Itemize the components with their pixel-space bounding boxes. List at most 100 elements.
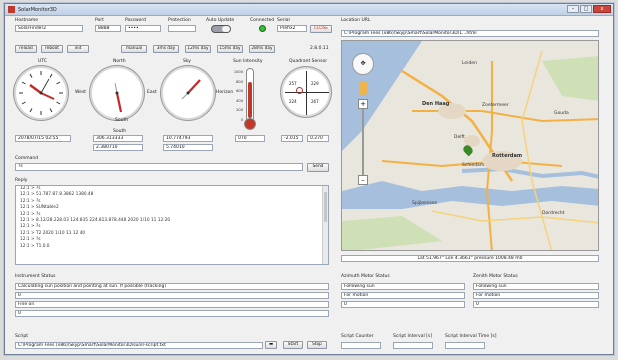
reply-log[interactable]: 12:1 > ?s 12:1 > 51.787.87.8.3862 1380.4… (15, 185, 329, 265)
reply-line: 12:1 > T1.0.0 (20, 243, 50, 249)
map-city-label: Schiedam (462, 163, 485, 168)
close-window-button[interactable]: x (593, 5, 611, 13)
command-label: Command (15, 156, 39, 161)
sky-label: Sky (183, 59, 191, 64)
thermometer-scale: 1000 800 600 400 200 0 (231, 68, 243, 126)
scale-tick: 800 (236, 79, 243, 84)
map-city-label: Rotterdam (492, 153, 523, 159)
quadrant-value: 224 (289, 99, 297, 104)
south-label: South (115, 118, 129, 123)
script-path-field[interactable]: C:\Program Files (x86)\Skyp\Smart\SolarM… (15, 342, 263, 349)
instrument-status-line: Fine on (15, 301, 329, 308)
east-label: East (147, 90, 157, 95)
protection-label: Protection (168, 18, 191, 23)
protection-field[interactable] (168, 25, 196, 32)
thermometer-bulb (244, 118, 256, 130)
port-label: Port (95, 18, 104, 23)
day15-button[interactable]: 15ms day (217, 45, 243, 53)
quadrant-value: 229 (311, 81, 319, 86)
manual-button[interactable]: manual (121, 45, 147, 53)
scale-tick: 200 (236, 108, 243, 113)
map-city-label: Delft (454, 135, 465, 140)
zenith-status-line: Following sun (473, 283, 599, 290)
sky-value-field: 10.774793 (163, 135, 213, 142)
south-value-label: South (113, 129, 127, 134)
script-counter-label: Script Counter (341, 334, 374, 339)
elevation-dial (161, 66, 215, 120)
hostname-field[interactable]: SolarFinder2 (15, 25, 83, 32)
north-label: North (113, 59, 126, 64)
quadrant-value: 267 (311, 99, 319, 104)
clock-face-icon (19, 71, 63, 115)
map-city-label: Spijkenisse (412, 201, 437, 206)
utc-label: UTC (38, 59, 47, 64)
reply-scrollbar[interactable] (322, 186, 328, 264)
zoom-out-button[interactable]: – (358, 175, 368, 185)
init-button[interactable]: init (67, 45, 89, 53)
instrument-status-line: Calculating sun position and pointing at… (15, 283, 329, 290)
scale-tick: 0 (240, 117, 243, 122)
reboot-button[interactable]: reboot (41, 45, 63, 53)
title-bar: SolarMonitor3D – □ x (5, 4, 613, 16)
instrument-status-label: Instrument Status (15, 274, 56, 279)
instrument-status-line: 0 (15, 292, 329, 299)
connected-indicator (259, 25, 266, 32)
elevation-needle-icon (181, 79, 201, 100)
serial-field[interactable]: Prefix2 (277, 25, 307, 32)
map-city-label: Den Haag (422, 101, 450, 107)
day3-button[interactable]: 3ms day (153, 45, 179, 53)
utc-clock (14, 66, 68, 120)
north-value2-field: 2.380710 (93, 144, 143, 151)
zenith-status-line: For motion (473, 292, 599, 299)
password-field[interactable]: •••• (125, 25, 161, 32)
command-input[interactable]: ?s (15, 163, 303, 171)
zoom-in-button[interactable]: + (358, 99, 368, 109)
scale-tick: 600 (236, 89, 243, 94)
browse-script-button[interactable]: ▬ (265, 341, 277, 349)
map-pan-control[interactable]: ✥ (352, 53, 374, 75)
connected-label: Connected (250, 18, 275, 23)
location-url-field[interactable]: C:\Program Files (x86)\Skyp\Smart\SolarM… (341, 30, 599, 37)
app-window: SolarMonitor3D – □ x Hostname SolarFinde… (4, 3, 614, 355)
hostname-label: Hostname (15, 18, 39, 23)
location-label: Location URL (341, 18, 371, 23)
zoom-slider-track[interactable] (362, 109, 364, 175)
day12-button[interactable]: 12ms day (185, 45, 211, 53)
sun-spot-marker (296, 87, 303, 94)
azimuth-status-label: Azimuth Motor Status (341, 274, 390, 279)
minimize-button[interactable]: – (567, 5, 579, 13)
app-icon (8, 6, 15, 13)
autoupdate-toggle[interactable] (211, 25, 231, 33)
azimuth-status-line: For motion (341, 292, 465, 299)
map-city-label: Zoetermeer (482, 103, 509, 108)
scale-tick: 1000 (233, 70, 243, 74)
scale-tick: 400 (236, 98, 243, 103)
port-field[interactable]: 8888 (95, 25, 121, 32)
reload-button[interactable]: reload (15, 45, 37, 53)
close-connection-button[interactable]: CLOSE (310, 25, 332, 33)
map-city-label: Dordrecht (542, 211, 565, 216)
map-city-label: Gouda (554, 111, 569, 116)
window-title: SolarMonitor3D (18, 6, 57, 13)
script-stop-button[interactable]: Stop (307, 341, 327, 349)
quadrant-sensor: 257 229 224 267 (281, 67, 331, 117)
quadrant-label: Quadrant Sensor (289, 59, 328, 64)
script-interval-time-field (445, 342, 485, 349)
send-button[interactable]: Send (307, 163, 329, 172)
quadrant-y-field: 0.270 (307, 135, 329, 142)
maximize-button[interactable]: □ (580, 5, 592, 13)
pegman-icon[interactable] (359, 81, 367, 95)
azimuth-dial (90, 66, 144, 120)
day28-button[interactable]: 28ms day (249, 45, 275, 53)
password-label: Password (125, 18, 147, 23)
compass-needle-icon (114, 82, 123, 113)
script-start-button[interactable]: Start (283, 341, 303, 349)
azimuth-status-line: Following sun (341, 283, 465, 290)
sun-intensity-field: 070 (235, 135, 265, 142)
sky-value2-field: 5.74010 (163, 144, 213, 151)
reply-label: Reply (15, 178, 28, 183)
west-label: West (75, 90, 87, 95)
map-view[interactable]: ✥ + – Den Haag Delft Rotterdam Dordrecht… (341, 40, 599, 251)
script-counter-field (341, 342, 381, 349)
sun-intensity-label: Sun Intensity (233, 59, 263, 64)
